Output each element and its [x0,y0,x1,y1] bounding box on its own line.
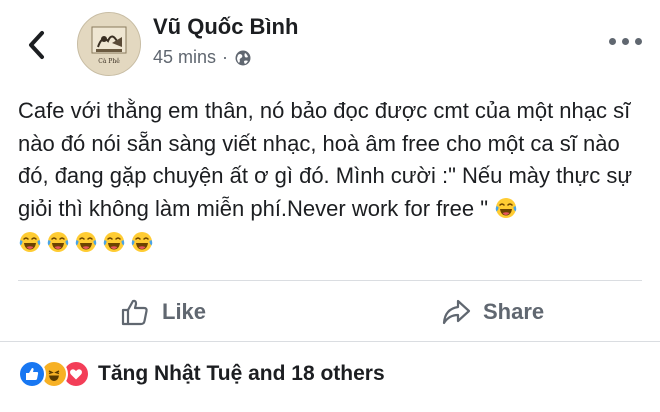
emoji-row [18,227,646,260]
like-reaction-icon [18,360,46,388]
back-button[interactable] [22,28,52,62]
avatar-image: Cà Phê [78,13,140,75]
post-text: Cafe với thằng em thân, nó bảo đọc được … [18,98,633,221]
post-timestamp[interactable]: 45 mins [153,47,216,68]
share-label: Share [483,299,545,324]
like-label: Like [162,299,207,324]
divider [18,280,642,281]
post-meta: 45 mins · [153,47,252,68]
chevron-left-icon [29,31,44,59]
laughing-tears-emoji [103,232,125,252]
author-name[interactable]: Vũ Quốc Bình [153,14,298,40]
avatar[interactable]: Cà Phê [77,12,141,76]
globe-icon [235,50,251,65]
divider [0,341,660,342]
svg-text:Cà Phê: Cà Phê [98,58,120,65]
thumbs-up-icon [121,299,148,326]
reactions-summary-text[interactable]: Tăng Nhật Tuệ and 18 others [98,362,385,386]
laughing-tears-emoji [75,232,97,252]
share-button[interactable]: Share [441,290,544,334]
laughing-tears-emoji [47,232,69,252]
like-button[interactable]: Like [120,290,206,334]
laughing-tears-emoji [495,197,517,218]
reaction-icons [18,360,90,388]
more-options-button[interactable] [609,38,642,45]
post-body: Cafe với thằng em thân, nó bảo đọc được … [18,95,646,260]
share-icon [442,299,471,325]
laughing-tears-emoji [19,232,41,252]
more-horizontal-icon [609,38,616,45]
reactions-summary[interactable]: Tăng Nhật Tuệ and 18 others [18,360,385,388]
meta-separator: · [222,47,229,67]
laughing-tears-emoji [131,232,153,252]
